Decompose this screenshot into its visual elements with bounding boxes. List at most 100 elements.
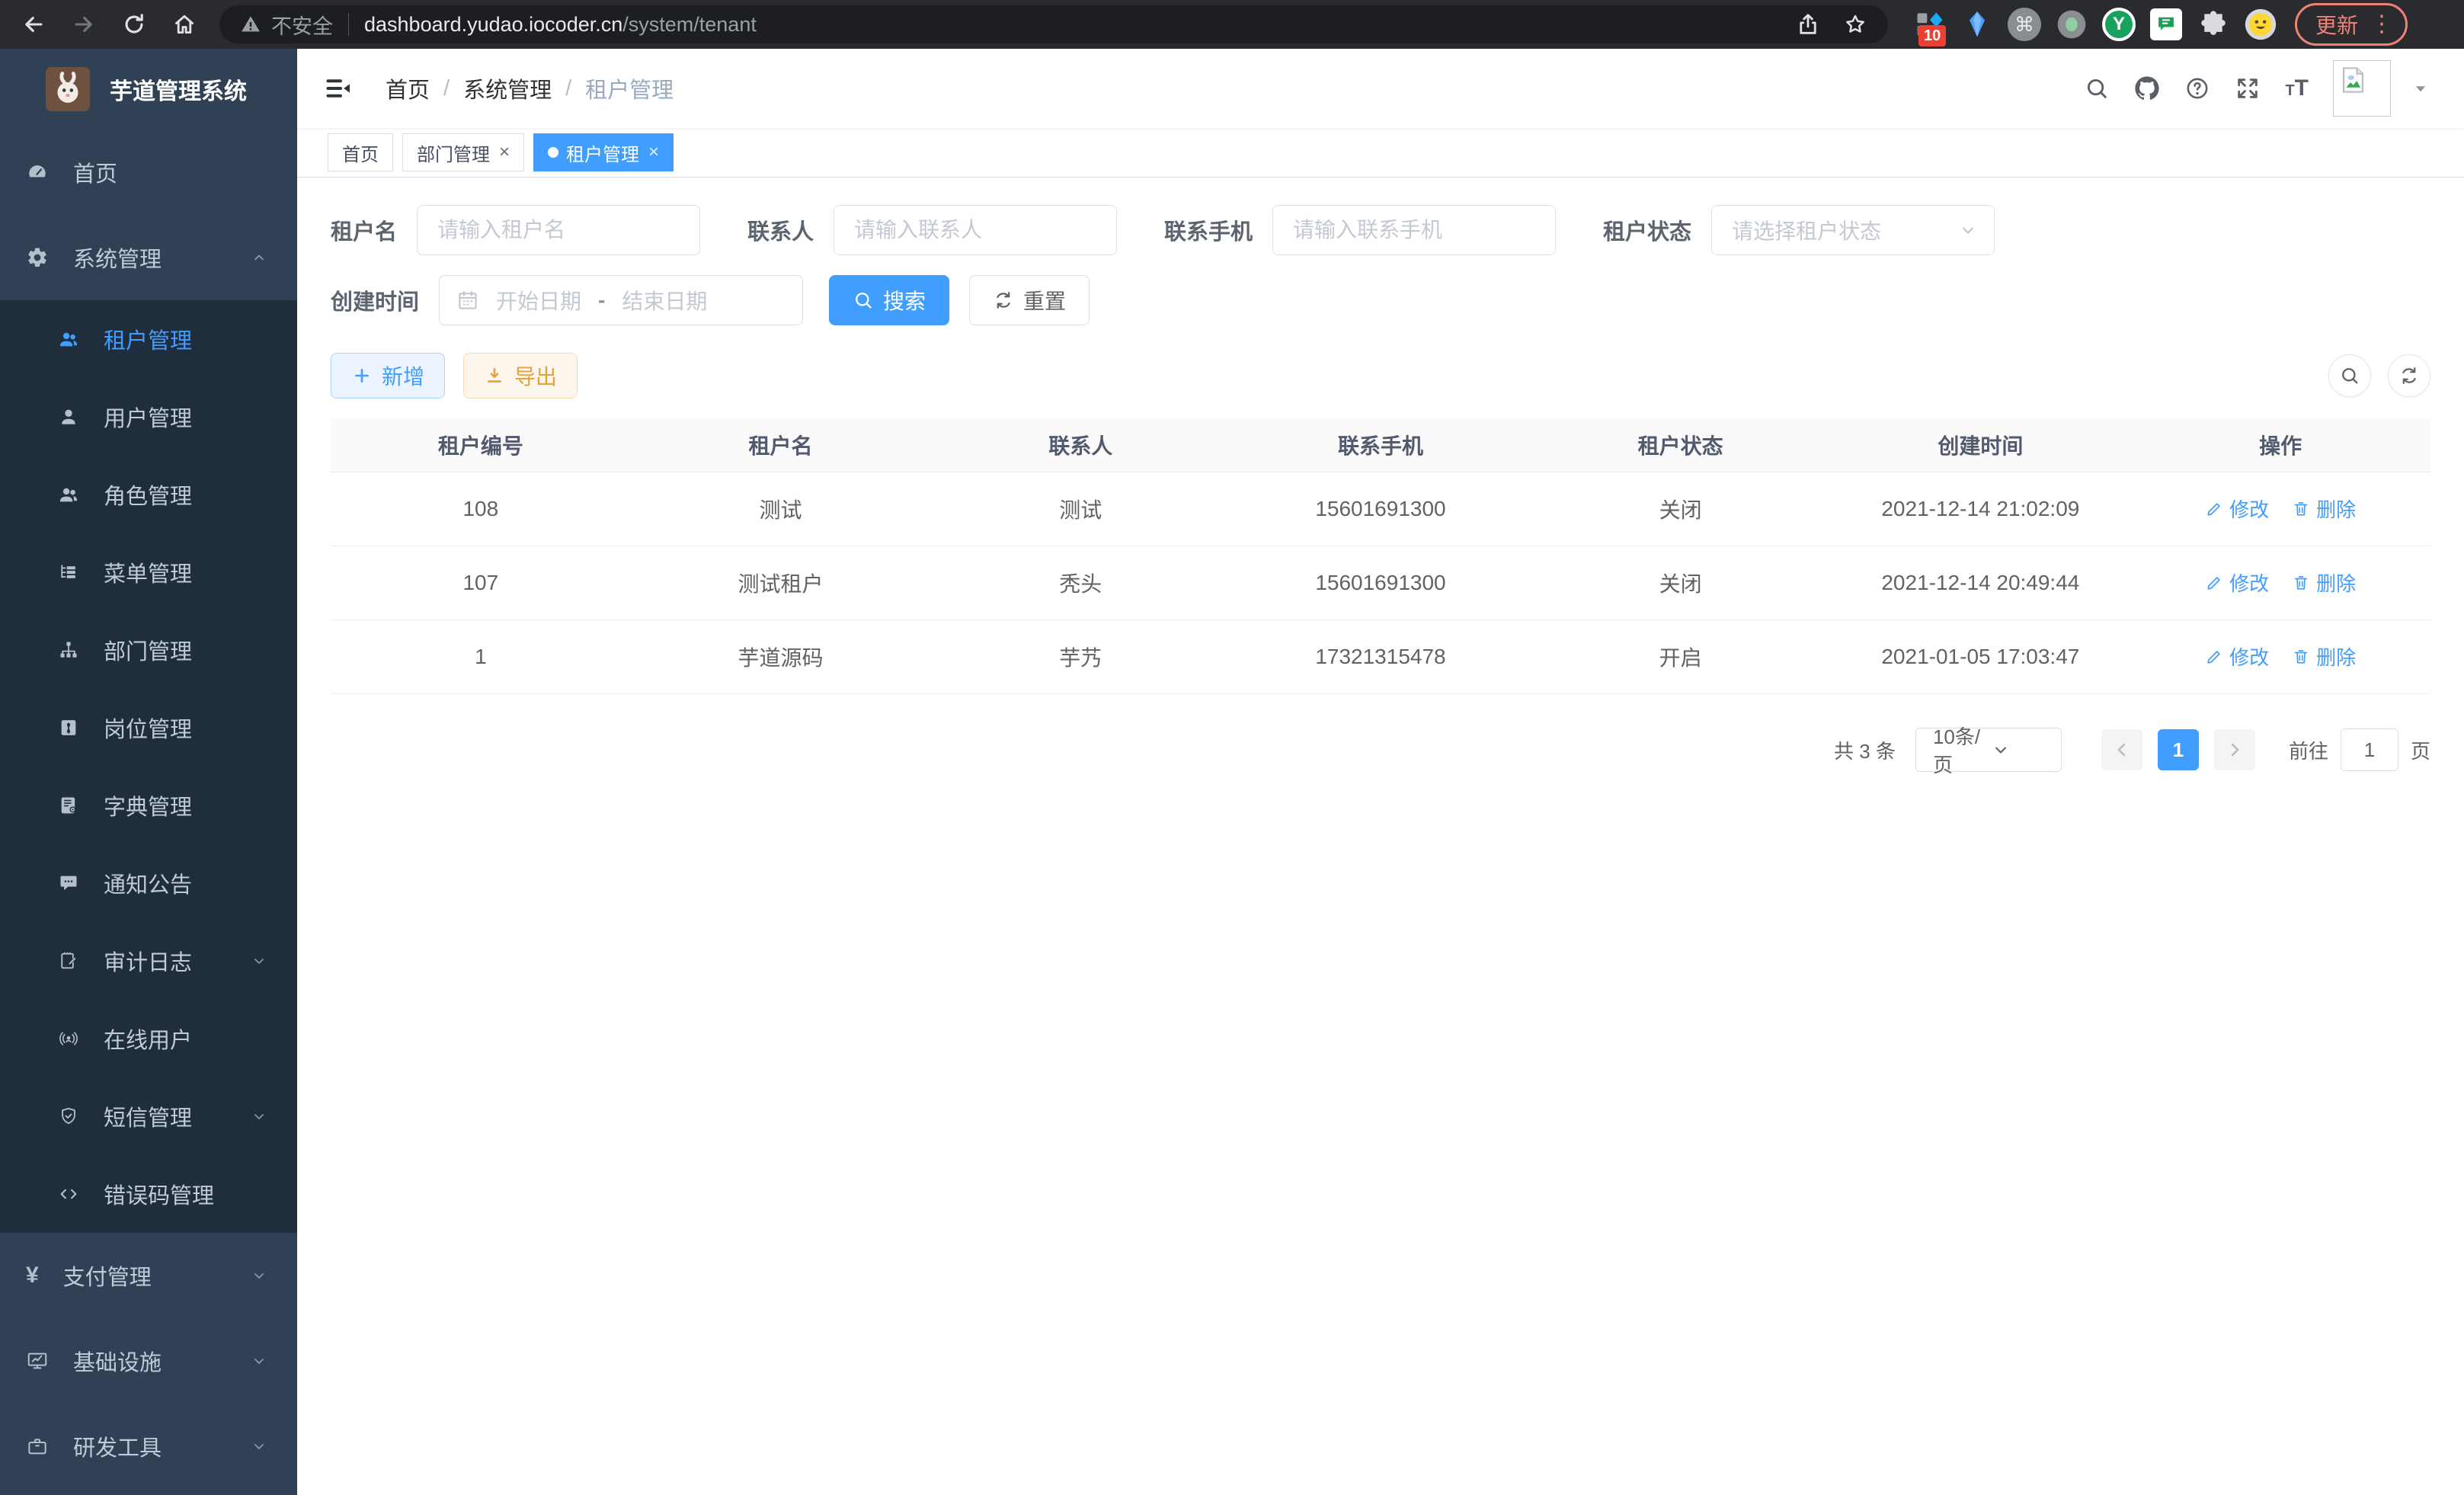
sidebar-item-错误码管理[interactable]: 错误码管理 — [0, 1155, 297, 1233]
next-page-button[interactable] — [2214, 729, 2255, 770]
search-button[interactable]: 搜索 — [829, 275, 949, 325]
reload-icon[interactable] — [114, 5, 154, 44]
font-size-icon[interactable]: TT — [2285, 77, 2309, 100]
sidebar-item-label: 审计日志 — [104, 945, 192, 977]
cell-name: 测试 — [631, 472, 931, 546]
contact-input[interactable] — [834, 205, 1117, 255]
sidebar-item-首页[interactable]: 首页 — [0, 130, 297, 215]
refresh-table-button[interactable] — [2388, 354, 2430, 397]
tenant-name-input[interactable] — [417, 205, 700, 255]
sidebar-item-基础设施[interactable]: 基础设施 — [0, 1318, 297, 1404]
sidebar-item-菜单管理[interactable]: 菜单管理 — [0, 533, 297, 611]
page-1-button[interactable]: 1 — [2158, 729, 2199, 770]
filter-status: 租户状态 请选择租户状态 — [1603, 205, 1995, 255]
sidebar-item-系统管理[interactable]: 系统管理 — [0, 215, 297, 300]
browser-update-button[interactable]: 更新 ⋮ — [2295, 3, 2408, 46]
edit-link[interactable]: 修改 — [2205, 568, 2269, 597]
tab-租户管理[interactable]: 租户管理× — [533, 133, 674, 171]
puzzle-extension-icon[interactable] — [2196, 7, 2231, 42]
audit-log-icon — [58, 950, 79, 972]
forward-icon[interactable] — [64, 5, 104, 44]
page-size-select[interactable]: 10条/页 — [1915, 728, 2062, 772]
sidebar-item-支付管理[interactable]: ¥支付管理 — [0, 1233, 297, 1318]
chevron-down-icon — [1957, 219, 1979, 241]
home-icon[interactable] — [165, 5, 204, 44]
cell-status: 关闭 — [1531, 546, 1831, 620]
address-bar[interactable]: 不安全 dashboard.yudao.iocoder.cn/system/te… — [219, 5, 1888, 43]
notice-bubble-icon — [58, 872, 79, 894]
delete-link-label: 删除 — [2316, 642, 2356, 671]
gem-extension-icon[interactable] — [1960, 7, 1995, 42]
add-button[interactable]: 新增 — [331, 353, 445, 399]
prev-page-button[interactable] — [2101, 729, 2142, 770]
status-select[interactable]: 请选择租户状态 — [1711, 205, 1995, 255]
show-search-button[interactable] — [2328, 354, 2371, 397]
search-button-label: 搜索 — [883, 285, 926, 315]
delete-link[interactable]: 删除 — [2292, 568, 2356, 597]
browser-menu-icon[interactable]: ⋮ — [2370, 13, 2393, 36]
breadcrumb-item-首页[interactable]: 首页 — [386, 72, 430, 104]
sidebar-item-label: 字典管理 — [104, 789, 192, 821]
sidebar-item-在线用户[interactable]: 在线用户 — [0, 1000, 297, 1077]
sidebar-logo-row[interactable]: 芋道管理系统 — [0, 49, 297, 130]
goto-page-input[interactable] — [2341, 728, 2398, 771]
close-icon[interactable]: × — [648, 143, 659, 162]
post-badge-icon — [58, 717, 79, 738]
export-button[interactable]: 导出 — [463, 353, 578, 399]
emoji-extension-icon[interactable] — [2243, 7, 2278, 42]
chevron-down-icon — [250, 952, 268, 970]
back-icon[interactable] — [14, 5, 53, 44]
sidebar-item-通知公告[interactable]: 通知公告 — [0, 844, 297, 922]
sidebar-item-label: 租户管理 — [104, 323, 192, 355]
edit-link[interactable]: 修改 — [2205, 642, 2269, 671]
tab-label: 首页 — [342, 139, 379, 166]
delete-link[interactable]: 删除 — [2292, 495, 2356, 523]
sidebar-toggle-icon[interactable] — [325, 75, 352, 102]
mobile-input[interactable] — [1272, 205, 1556, 255]
sidebar-item-租户管理[interactable]: 租户管理 — [0, 300, 297, 378]
user-menu-caret-icon[interactable] — [2411, 78, 2430, 98]
chat-extension-icon[interactable] — [2149, 7, 2184, 42]
search-icon — [853, 290, 874, 311]
sidebar-item-审计日志[interactable]: 审计日志 — [0, 922, 297, 1000]
cell-id: 1 — [331, 620, 631, 694]
browser-nav-buttons — [14, 5, 204, 44]
github-icon[interactable] — [2134, 75, 2160, 101]
command-extension-icon[interactable]: ⌘ — [2007, 7, 2042, 42]
sidebar-item-字典管理[interactable]: 字典管理 — [0, 767, 297, 844]
sidebar-item-短信管理[interactable]: 短信管理 — [0, 1077, 297, 1155]
chat-glyph — [2150, 8, 2182, 40]
record-extension-icon[interactable] — [2054, 7, 2089, 42]
search-icon[interactable] — [2084, 75, 2110, 101]
fullscreen-icon[interactable] — [2235, 75, 2261, 101]
help-icon[interactable] — [2184, 75, 2210, 101]
y-extension-icon[interactable]: Y — [2101, 7, 2136, 42]
share-icon[interactable] — [1795, 11, 1821, 37]
date-range-picker[interactable]: 开始日期 - 结束日期 — [439, 275, 803, 325]
sidebar-item-研发工具[interactable]: 研发工具 — [0, 1404, 297, 1489]
delete-link[interactable]: 删除 — [2292, 642, 2356, 671]
sidebar-item-岗位管理[interactable]: 岗位管理 — [0, 689, 297, 767]
sidebar-item-用户管理[interactable]: 用户管理 — [0, 378, 297, 456]
sidebar-item-部门管理[interactable]: 部门管理 — [0, 611, 297, 689]
edit-link[interactable]: 修改 — [2205, 495, 2269, 523]
search-icon — [2339, 365, 2360, 386]
command-glyph: ⌘ — [2008, 8, 2041, 41]
pinned-tiles-extension-icon[interactable]: 10 — [1912, 7, 1947, 42]
bookmark-star-icon[interactable] — [1842, 11, 1868, 37]
refresh-icon — [2398, 365, 2420, 386]
tab-部门管理[interactable]: 部门管理× — [402, 133, 524, 171]
tab-首页[interactable]: 首页 — [328, 133, 393, 171]
start-date-placeholder: 开始日期 — [496, 285, 581, 315]
avatar[interactable] — [2333, 60, 2391, 117]
navbar-right: TT — [2084, 60, 2430, 117]
breadcrumb-item-系统管理[interactable]: 系统管理 — [463, 72, 552, 104]
close-icon[interactable]: × — [499, 143, 510, 162]
reset-button[interactable]: 重置 — [969, 275, 1090, 325]
cell-actions: 修改删除 — [2130, 546, 2430, 620]
sidebar-item-角色管理[interactable]: 角色管理 — [0, 456, 297, 533]
sidebar-submenu: 租户管理用户管理角色管理菜单管理部门管理岗位管理字典管理通知公告审计日志在线用户… — [0, 300, 297, 1233]
sidebar-menu: 首页系统管理租户管理用户管理角色管理菜单管理部门管理岗位管理字典管理通知公告审计… — [0, 130, 297, 1495]
security-indicator[interactable]: 不安全 — [239, 10, 333, 40]
user-icon — [58, 406, 79, 427]
